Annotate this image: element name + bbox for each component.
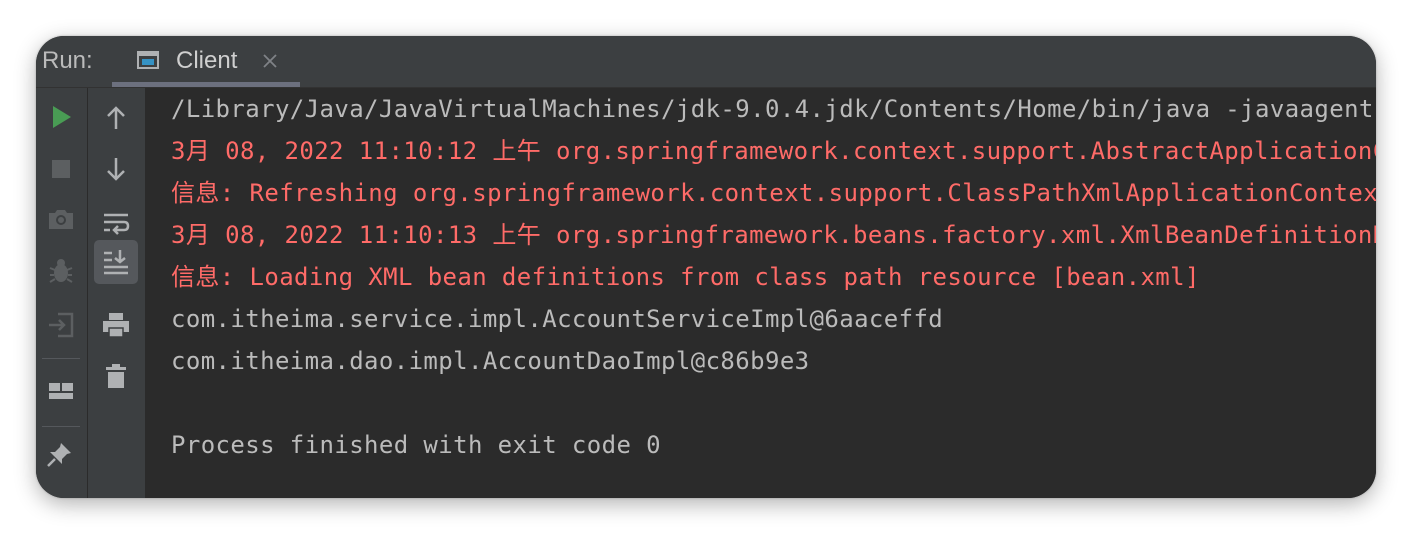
toolbar-separator bbox=[42, 426, 80, 427]
console-line: 信息: Refreshing org.springframework.conte… bbox=[171, 179, 1376, 207]
tab-client[interactable]: Client bbox=[112, 36, 300, 87]
layout-icon[interactable] bbox=[46, 376, 76, 406]
console-window-icon bbox=[136, 48, 160, 72]
run-tool-window: Run: Client /Library/Java/JavaVirtualMac… bbox=[36, 36, 1376, 498]
run-panel-title: Run: bbox=[42, 47, 93, 74]
console-line: Process finished with exit code 0 bbox=[171, 431, 662, 459]
console-toolbar bbox=[88, 88, 146, 498]
arrow-down-icon[interactable] bbox=[101, 154, 131, 184]
soft-wrap-icon[interactable] bbox=[101, 208, 131, 238]
run-icon[interactable] bbox=[46, 102, 76, 132]
console-lines: /Library/Java/JavaVirtualMachines/jdk-9.… bbox=[171, 88, 1376, 466]
console-line: com.itheima.service.impl.AccountServiceI… bbox=[171, 305, 944, 333]
tab-active-indicator bbox=[112, 82, 300, 87]
print-icon[interactable] bbox=[101, 310, 131, 340]
console-line: com.itheima.dao.impl.AccountDaoImpl@c86b… bbox=[171, 347, 810, 375]
console-line: 3月 08, 2022 11:10:12 上午 org.springframew… bbox=[171, 137, 1376, 165]
run-left-toolbar bbox=[36, 88, 88, 498]
run-tab-bar: Run: Client bbox=[36, 36, 1376, 88]
toolbar-separator bbox=[42, 358, 80, 359]
stop-icon[interactable] bbox=[46, 154, 76, 184]
pin-icon[interactable] bbox=[44, 440, 74, 470]
trash-icon[interactable] bbox=[101, 361, 131, 391]
console-line: /Library/Java/JavaVirtualMachines/jdk-9.… bbox=[171, 95, 1376, 123]
tab-client-label: Client bbox=[176, 47, 238, 74]
console-line: 3月 08, 2022 11:10:13 上午 org.springframew… bbox=[171, 221, 1376, 249]
console-output[interactable]: /Library/Java/JavaVirtualMachines/jdk-9.… bbox=[146, 88, 1376, 498]
scroll-to-end-icon[interactable] bbox=[101, 247, 131, 277]
debug-icon[interactable] bbox=[46, 256, 76, 286]
close-icon[interactable] bbox=[260, 51, 280, 71]
exit-icon[interactable] bbox=[46, 310, 76, 340]
arrow-up-icon[interactable] bbox=[101, 103, 131, 133]
console-line: 信息: Loading XML bean definitions from cl… bbox=[171, 263, 1200, 291]
camera-icon[interactable] bbox=[46, 204, 76, 234]
